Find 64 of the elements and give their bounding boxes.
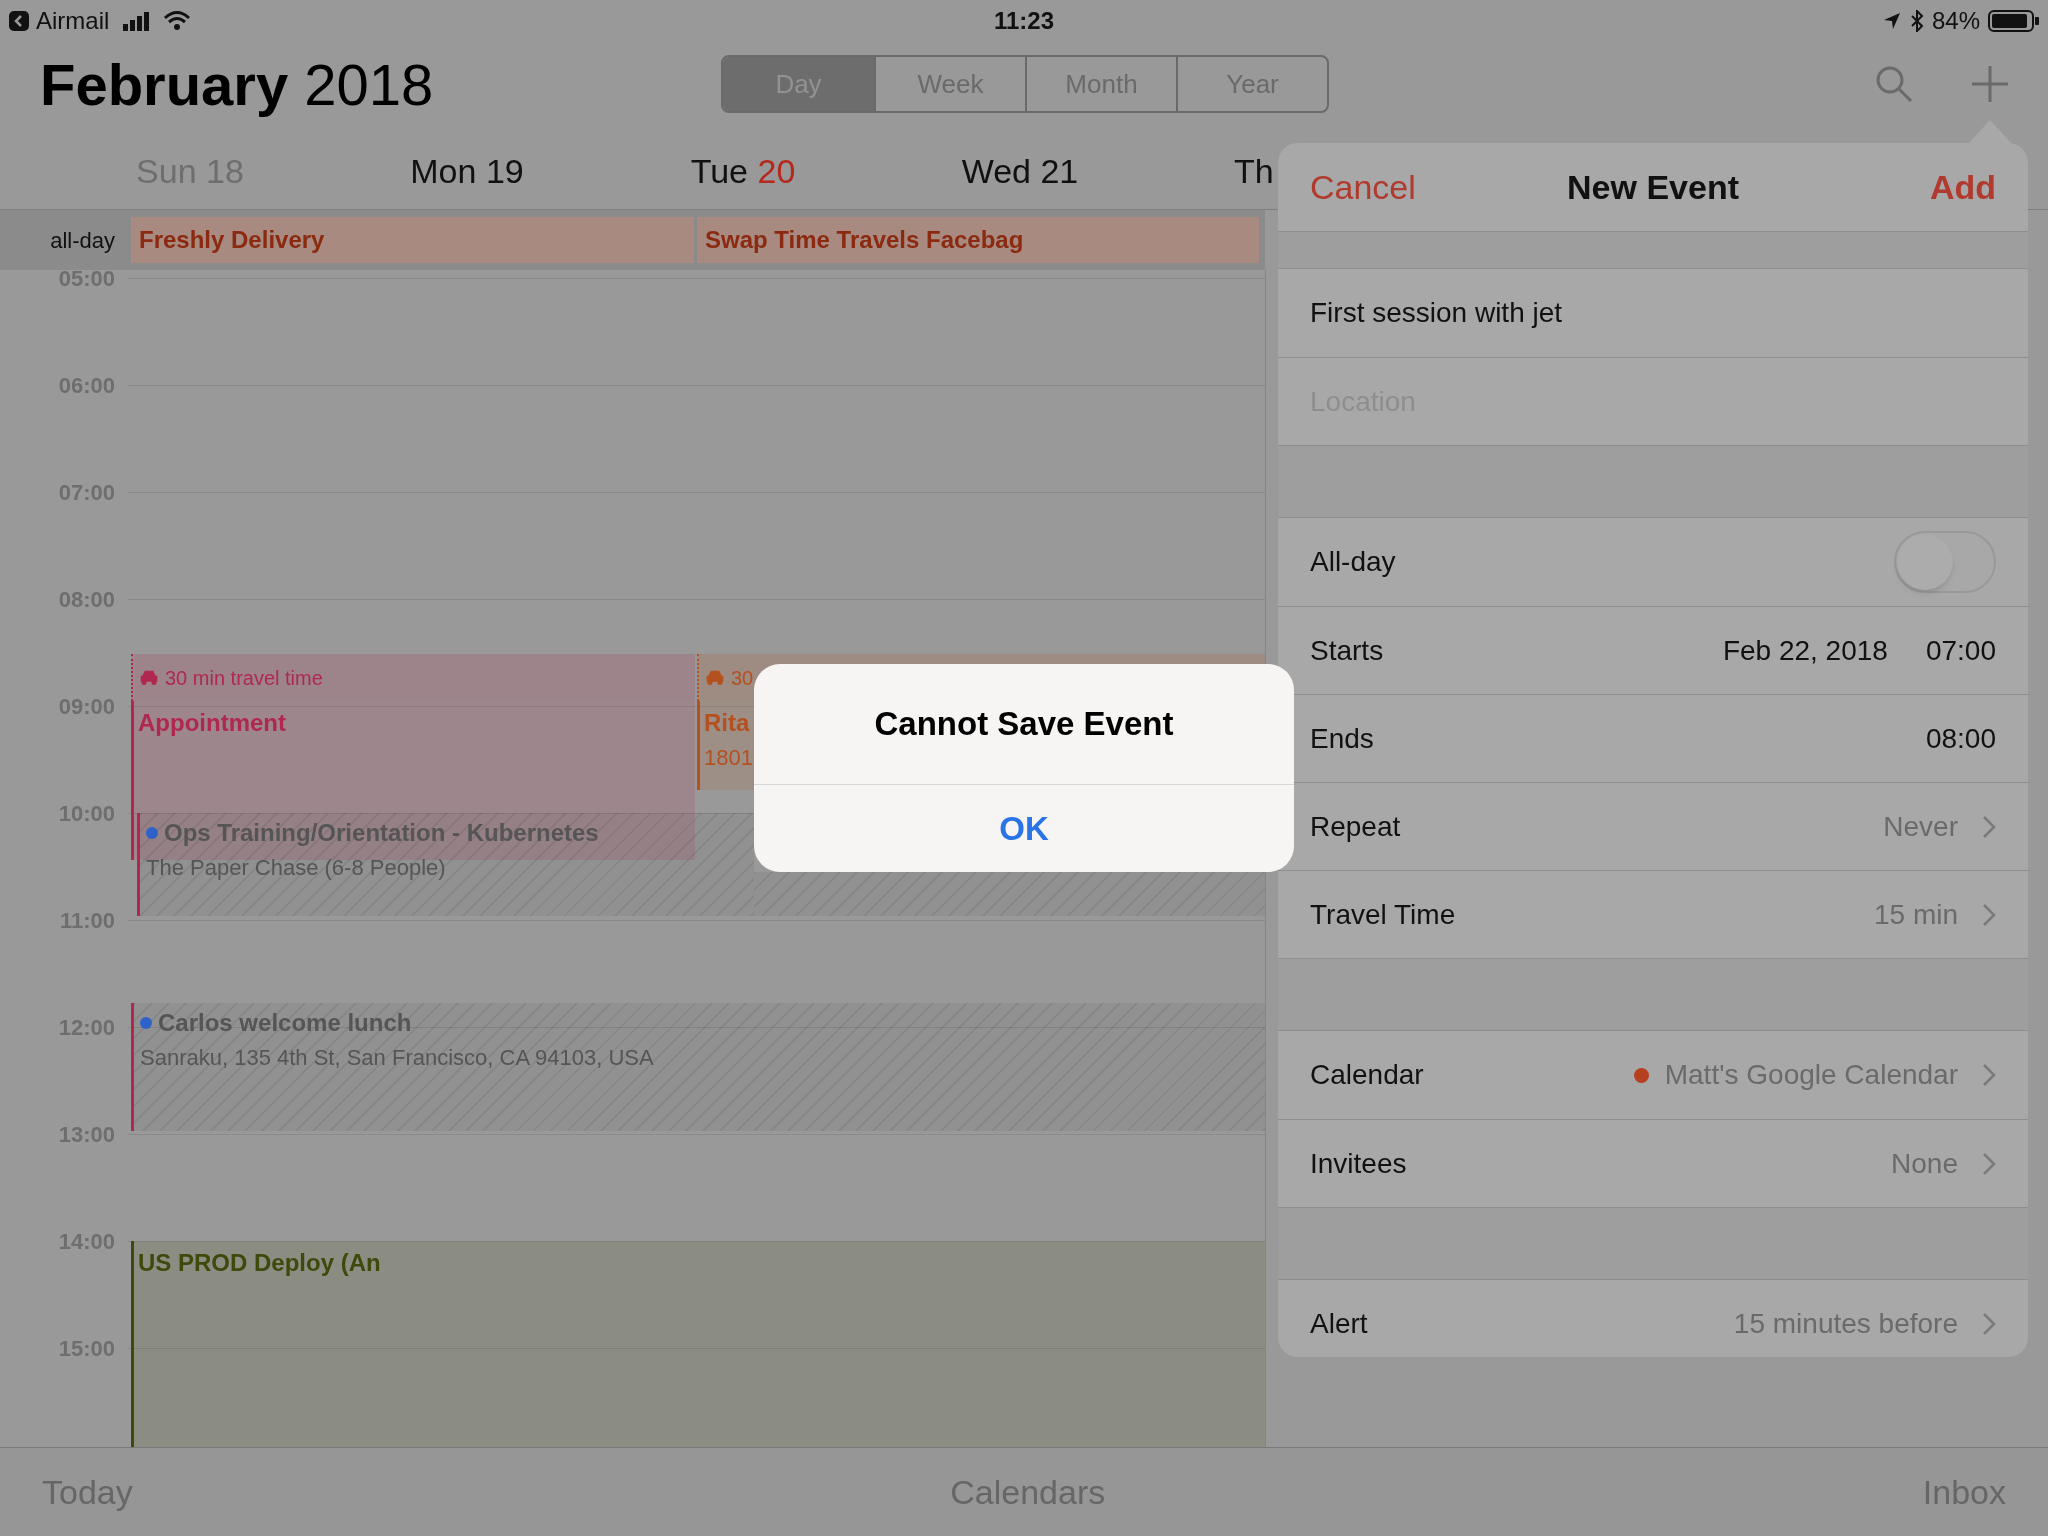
row-value: None: [1891, 1146, 1958, 1181]
day-header[interactable]: Mon 19: [410, 146, 524, 197]
chevron-right-icon: [1982, 814, 1996, 839]
settings-row[interactable]: Travel Time 15 min: [1278, 870, 2028, 958]
wifi-icon: [163, 10, 192, 32]
calendar-event[interactable]: Carlos welcome lunch Sanraku, 135 4th St, San Francisco, CA 94103, USA: [131, 1003, 1265, 1131]
clock-time: 11:23: [993, 6, 1055, 36]
calendar-event[interactable]: Rita 1801: [697, 701, 754, 790]
row-value: Never: [1883, 809, 1958, 844]
event-title: US PROD Deploy (An: [138, 1248, 382, 1278]
chevron-right-icon: [1982, 1312, 1996, 1336]
all-day-event[interactable]: Freshly Delivery: [131, 217, 694, 263]
settings-row[interactable]: Invitees None: [1278, 1119, 2028, 1207]
search-icon[interactable]: [1874, 64, 1914, 104]
row-label: Alert: [1310, 1307, 1368, 1341]
all-day-label: all-day: [49, 226, 116, 255]
battery-icon: [1988, 9, 2040, 33]
ok-button[interactable]: OK: [754, 784, 1294, 872]
day-header[interactable]: Wed 21: [961, 146, 1079, 197]
row-label: Travel Time: [1310, 897, 1456, 932]
car-icon: [139, 669, 159, 686]
add-icon[interactable]: [1970, 64, 2010, 104]
chevron-right-icon: [1982, 1151, 1996, 1176]
travel-time-block[interactable]: 30 min travel time: [131, 654, 695, 701]
time-value[interactable]: 07:00: [1925, 629, 1996, 672]
add-button[interactable]: Add: [1929, 161, 1996, 213]
all-day-event[interactable]: Swap Time Travels Facebag: [697, 217, 1259, 263]
row-label: Invitees: [1310, 1146, 1407, 1181]
row-value: 15 min: [1873, 897, 1958, 932]
row-label: Starts: [1310, 633, 1384, 668]
chevron-right-icon: [1982, 1063, 1996, 1087]
battery-percentage: 84%: [1931, 6, 1980, 36]
travel-time-text: 30 min travel time: [165, 665, 323, 691]
month-title: February 2018: [40, 50, 434, 119]
row-label: Repeat: [1310, 809, 1401, 844]
event-title: Appointment: [138, 708, 287, 738]
time-value[interactable]: 08:00: [1925, 717, 1996, 760]
event-title-field[interactable]: First session with jet: [1310, 292, 1563, 334]
event-detail: 1801: [704, 744, 754, 772]
row-label: All-day: [1310, 545, 1396, 579]
day-header[interactable]: Tue 20: [690, 146, 796, 197]
settings-row[interactable]: Calendar Matt's Google Calendar: [1278, 1031, 2028, 1119]
calendar-event[interactable]: US PROD Deploy (An: [131, 1241, 1265, 1447]
event-title: Rita: [704, 708, 751, 738]
alert-title: Cannot Save Event: [873, 704, 1175, 745]
row-label: Ends: [1310, 721, 1374, 756]
back-icon[interactable]: [8, 10, 30, 32]
settings-row[interactable]: Alert 15 minutes before: [1278, 1280, 2028, 1357]
car-icon: [705, 669, 725, 686]
event-title: Carlos welcome lunch: [158, 1008, 412, 1038]
event-detail: Sanraku, 135 4th St, San Francisco, CA 94103, USA: [140, 1044, 655, 1072]
cancel-button[interactable]: Cancel: [1310, 161, 1416, 213]
event-title: Ops Training/Orientation - Kubernetes: [164, 818, 599, 848]
chevron-right-icon: [1982, 902, 1996, 927]
travel-time-text: 30: [731, 665, 754, 691]
row-value: 15 minutes before: [1733, 1307, 1958, 1341]
row-label: Calendar: [1310, 1058, 1424, 1092]
bluetooth-icon: [1909, 10, 1924, 32]
panel-title: New Event: [1567, 166, 1739, 208]
row-value: Matt's Google Calendar: [1664, 1058, 1958, 1092]
day-header[interactable]: Th: [1234, 146, 1274, 197]
calendar-event[interactable]: Ops Training/Orientation - Kubernetes The Paper Chase (6-8 People): [137, 813, 754, 916]
back-app-label[interactable]: Airmail: [36, 3, 110, 39]
date-value[interactable]: Feb 22, 2018: [1722, 629, 1888, 672]
